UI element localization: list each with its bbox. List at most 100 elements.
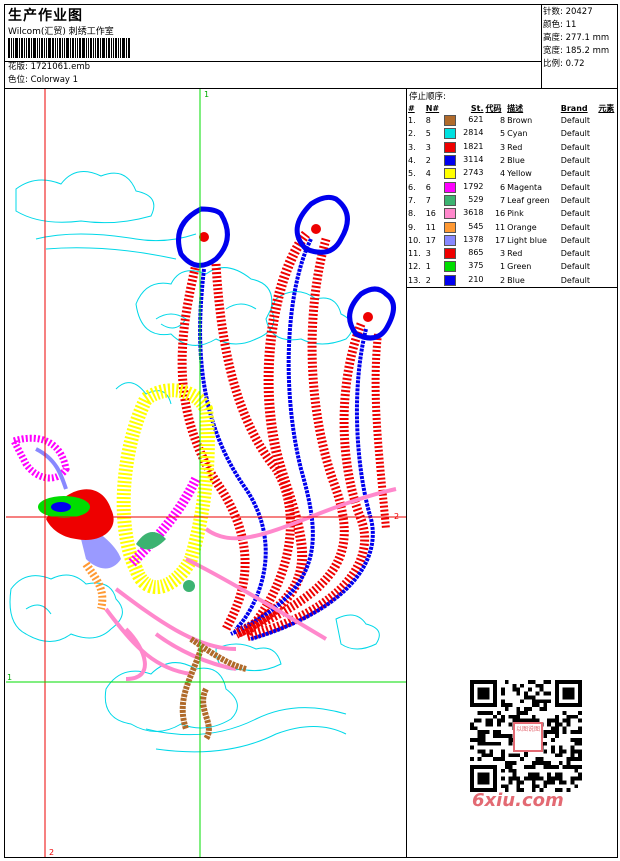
- qr-module: [539, 683, 544, 688]
- eye-blue: [51, 502, 71, 512]
- col-header-brand: Brand: [560, 103, 588, 113]
- qr-module: [500, 776, 505, 781]
- breast-orange: [82, 561, 107, 610]
- qr-module: [535, 699, 540, 704]
- qr-module: [547, 764, 552, 769]
- stitch-count: 545: [443, 220, 484, 233]
- qr-module: [477, 749, 482, 754]
- qr-module: [554, 730, 559, 735]
- col-header-stitches: St.: [470, 103, 484, 113]
- qr-module: [554, 726, 559, 731]
- qr-module: [485, 741, 490, 746]
- element: [597, 141, 619, 154]
- table-row: 6. 6 1792 6 Magenta Default: [407, 180, 619, 193]
- color-code: 4: [500, 169, 506, 179]
- barcode-bar: [75, 38, 76, 58]
- qr-module: [574, 741, 579, 746]
- qr-module: [543, 761, 548, 765]
- qr-module: [574, 749, 579, 754]
- needle-number: 17: [425, 235, 436, 245]
- qr-module: [500, 718, 505, 723]
- barcode-bar: [72, 38, 74, 58]
- table-row: 9. 11 545 11 Orange Default: [407, 220, 619, 233]
- table-row: 13. 2 210 2 Blue Default: [407, 274, 619, 287]
- barcode-bar: [126, 38, 127, 58]
- row-index: 10.: [408, 235, 421, 245]
- qr-module: [473, 737, 478, 742]
- qr-module: [512, 683, 517, 688]
- qr-module: [570, 776, 575, 781]
- qr-module: [493, 741, 498, 746]
- qr-module: [547, 680, 552, 684]
- qr-module: [554, 718, 559, 723]
- stitch-count: 1378: [443, 234, 484, 247]
- element: [597, 274, 619, 287]
- qr-module: [554, 734, 559, 738]
- color-description: Brown: [507, 116, 533, 126]
- qr-module: [570, 737, 575, 742]
- qr-module: [543, 784, 548, 789]
- qr-module: [535, 703, 540, 708]
- barcode-bar: [37, 38, 38, 58]
- color-code: 16: [494, 209, 506, 219]
- table-row: 8. 16 3618 16 Pink Default: [407, 207, 619, 220]
- col-header-element: 元素: [598, 103, 615, 113]
- qr-module: [578, 737, 582, 742]
- qr-module: [562, 749, 567, 754]
- qr-module: [578, 718, 582, 723]
- qr-module: [562, 780, 567, 785]
- barcode-bar: [44, 38, 45, 58]
- color-swatch: [444, 181, 457, 193]
- embroidery-preview: 1 2 1 2: [6, 89, 406, 857]
- barcode-bar: [64, 38, 65, 58]
- qr-module: [500, 753, 505, 758]
- qr-module: [562, 710, 567, 715]
- qr-module: [504, 761, 509, 765]
- qr-module: [531, 699, 536, 704]
- watermark: 6xiu.com: [472, 790, 564, 811]
- brand: Default: [560, 249, 590, 259]
- qr-module: [512, 776, 517, 781]
- stitch-count: 2743: [443, 167, 484, 180]
- color-swatch: [444, 141, 457, 153]
- qr-module: [543, 699, 548, 704]
- barcode-bar: [62, 38, 63, 58]
- qr-module: [504, 703, 509, 708]
- barcode-bar: [11, 38, 12, 58]
- qr-module: [508, 780, 513, 785]
- qr-module: [516, 714, 521, 719]
- needle-number: 11: [425, 222, 436, 232]
- qr-module: [481, 749, 486, 754]
- qr-module: [524, 764, 528, 769]
- qr-module: [574, 784, 579, 789]
- qr-module: [566, 757, 571, 762]
- row-index: 11.: [408, 249, 421, 259]
- qr-module: [558, 772, 563, 777]
- barcode-bar: [97, 38, 99, 58]
- qr-module: [512, 768, 517, 773]
- qr-module: [551, 749, 555, 754]
- color-swatch: [444, 208, 457, 220]
- row-index: 12.: [408, 262, 421, 272]
- qr-module: [470, 737, 474, 742]
- qr-module: [574, 730, 579, 735]
- color-description: Green: [507, 262, 532, 272]
- qr-module: [574, 714, 579, 719]
- barcode-bar: [26, 38, 27, 58]
- qr-module: [481, 734, 486, 738]
- qr-module: [578, 741, 582, 746]
- stat-row: 高度: 277.1 mm: [543, 33, 610, 43]
- qr-module: [566, 764, 571, 769]
- qr-module: [535, 772, 540, 777]
- qr-module: [570, 757, 575, 762]
- barcode-bar: [52, 38, 54, 58]
- table-row: 7. 7 529 7 Leaf green Default: [407, 194, 619, 207]
- stat-row: 比例: 0.72: [543, 59, 585, 69]
- qr-module: [489, 741, 494, 746]
- qr-module: [524, 707, 528, 711]
- needle-number: 2: [425, 275, 431, 285]
- qr-module: [508, 764, 513, 769]
- qr-module: [481, 737, 486, 742]
- qr-module: [547, 730, 552, 735]
- qr-module: [551, 780, 555, 785]
